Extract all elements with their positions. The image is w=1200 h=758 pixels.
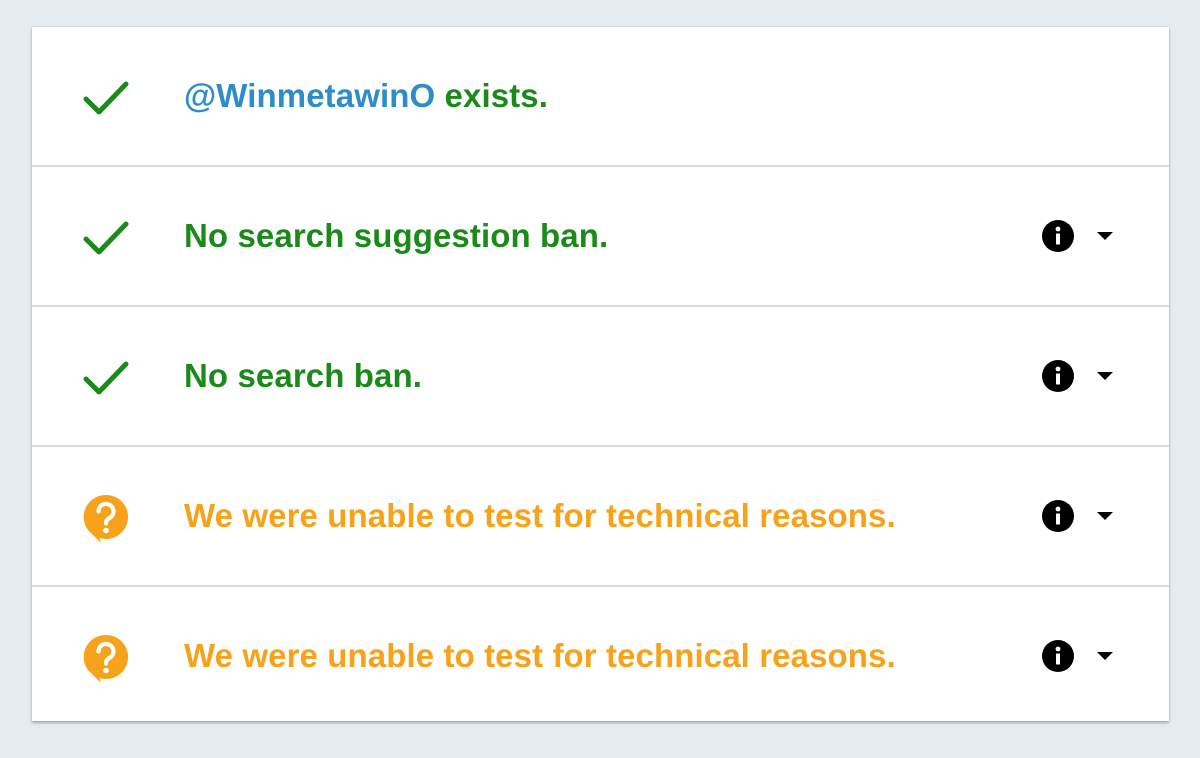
info-icon[interactable]: [1041, 219, 1075, 253]
info-icon[interactable]: [1041, 499, 1075, 533]
row-actions: [1041, 639, 1121, 673]
result-row-search-ban: No search ban.: [32, 307, 1169, 447]
results-card: @WinmetawinO exists. No search suggestio…: [32, 27, 1169, 721]
result-text: No search ban.: [184, 357, 422, 394]
checkmark-icon: [80, 72, 132, 124]
checkmark-icon: [80, 352, 132, 404]
result-text: We were unable to test for technical rea…: [184, 497, 896, 534]
dropdown-arrow-icon[interactable]: [1093, 645, 1117, 665]
dropdown-arrow-icon[interactable]: [1093, 505, 1117, 525]
row-actions: [1041, 219, 1121, 253]
result-row-exists: @WinmetawinO exists.: [32, 27, 1169, 167]
result-row-search-suggestion-ban: No search suggestion ban.: [32, 167, 1169, 307]
result-text-suffix: exists.: [435, 77, 548, 114]
question-bubble-icon: [80, 492, 132, 544]
info-icon[interactable]: [1041, 639, 1075, 673]
result-text: We were unable to test for technical rea…: [184, 637, 896, 674]
result-text: No search suggestion ban.: [184, 217, 609, 254]
account-handle-link[interactable]: @WinmetawinO: [184, 77, 435, 114]
result-row-unable-to-test: We were unable to test for technical rea…: [32, 447, 1169, 587]
question-bubble-icon: [80, 632, 132, 684]
checkmark-icon: [80, 212, 132, 264]
row-actions: [1041, 499, 1121, 533]
row-actions: [1041, 359, 1121, 393]
dropdown-arrow-icon[interactable]: [1093, 365, 1117, 385]
result-row-unable-to-test: We were unable to test for technical rea…: [32, 587, 1169, 725]
result-text: @WinmetawinO exists.: [184, 27, 548, 165]
dropdown-arrow-icon[interactable]: [1093, 225, 1117, 245]
info-icon[interactable]: [1041, 359, 1075, 393]
